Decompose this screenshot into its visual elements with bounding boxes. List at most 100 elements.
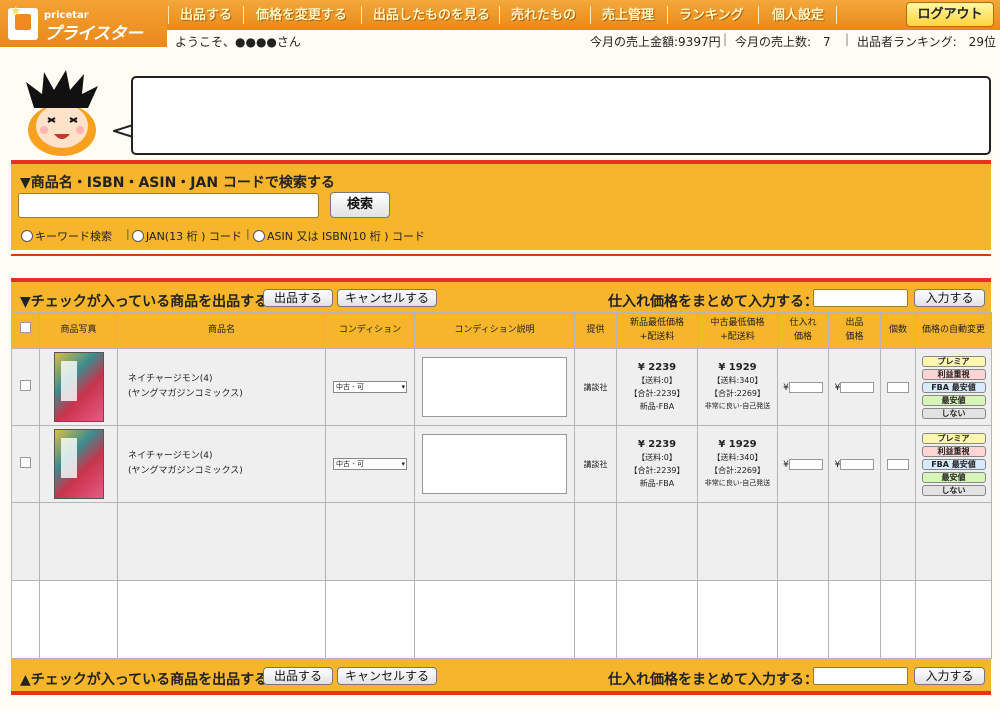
auto-fba-lowest-button[interactable]: FBA 最安値 (921, 458, 986, 470)
empty-row (11, 580, 992, 659)
header-quantity: 個数 (880, 312, 916, 349)
welcome-text: ようこそ、●●●●さん (175, 35, 301, 49)
search-input[interactable] (18, 193, 319, 218)
cost-price-input[interactable] (788, 381, 823, 393)
nav-settings[interactable]: 個人設定 (772, 4, 824, 26)
cost-price-input[interactable] (788, 458, 823, 470)
table-row: ネイチャージモン(4) (ヤングマガジンコミックス) 中古 - 可 講談社 ¥ … (11, 348, 992, 426)
used-min-price: ¥ 1929 (718, 439, 757, 450)
new-shipping: 【送料:0】 (637, 376, 677, 385)
radio-circle-icon[interactable] (21, 230, 33, 242)
product-cover-image (53, 429, 104, 499)
condition-description-input[interactable] (422, 434, 567, 494)
radio-keyword[interactable]: キーワード検索 (21, 228, 112, 244)
condition-select[interactable]: 中古 - 可 (333, 381, 407, 393)
header-condition: コンディション (325, 312, 415, 349)
auto-none-button[interactable]: しない (921, 484, 986, 496)
nav-list-item[interactable]: 出品する (180, 4, 232, 26)
auto-premium-button[interactable]: プレミア (921, 355, 986, 367)
bulk-apply-button-bottom[interactable]: 入力する (914, 667, 985, 685)
radio-asin[interactable]: ASIN 又は ISBN(10 桁 ) コード (253, 228, 425, 244)
bulk-cost-text-top: 仕入れ価格をまとめて入力する： (608, 294, 818, 310)
auto-profit-button[interactable]: 利益重視 (921, 368, 986, 380)
info-bar: ようこそ、●●●●さん 今月の売上金額:9397円 | 今月の売上数: 7 | … (167, 30, 1000, 50)
header-name: 商品名 (117, 312, 326, 349)
product-title: ネイチャージモン(4) (128, 374, 213, 384)
condition-description-input[interactable] (422, 357, 567, 417)
quantity-input[interactable] (887, 381, 909, 393)
logo-title: プライスター (44, 24, 143, 44)
logout-button[interactable]: ログアウト (906, 2, 994, 27)
list-button-top[interactable]: 出品する (263, 289, 333, 307)
new-min-price: ¥ 2239 (637, 439, 677, 450)
table-header-row: 商品写真 商品名 コンディション コンディション説明 提供 新品最低価格 +配送… (11, 312, 992, 349)
publisher: 講談社 (574, 348, 617, 426)
header-list-price: 出品 価格 (828, 312, 881, 349)
nav-sales-management[interactable]: 売上管理 (602, 4, 654, 26)
used-total: 【合計:2269】 (709, 389, 766, 398)
header-photo: 商品写真 (39, 312, 118, 349)
new-type: 新品-FBA (639, 402, 675, 411)
auto-lowest-button[interactable]: 最安値 (921, 394, 986, 406)
used-total: 【合計:2269】 (709, 466, 766, 475)
radio-jan-label: JAN(13 桁 ) コード (146, 230, 242, 243)
bulk-cost-text-bottom: 仕入れ価格をまとめて入力する： (608, 672, 818, 688)
auto-premium-button[interactable]: プレミア (921, 432, 986, 444)
list-checked-text-bottom: ▲チェックが入っている商品を出品する： (20, 672, 283, 688)
header-provider: 提供 (574, 312, 617, 349)
list-price-input[interactable] (840, 458, 875, 470)
auto-fba-lowest-button[interactable]: FBA 最安値 (921, 381, 986, 393)
empty-row (11, 502, 992, 581)
publisher: 講談社 (574, 425, 617, 503)
header-cost-price: 仕入れ 価格 (777, 312, 829, 349)
new-min-price: ¥ 2239 (637, 362, 677, 373)
table-row: ネイチャージモン(4) (ヤングマガジンコミックス) 中古 - 可 講談社 ¥ … (11, 425, 992, 503)
auto-profit-button[interactable]: 利益重視 (921, 445, 986, 457)
list-checked-text-top: ▼チェックが入っている商品を出品する： (20, 294, 283, 310)
header-used-price: 中古最低価格 +配送料 (697, 312, 778, 349)
search-heading: ▼商品名・ISBN・ASIN・JAN コードで検索する (20, 175, 335, 191)
new-total: 【合計:2239】 (629, 466, 685, 475)
product-subtitle: (ヤングマガジンコミックス) (128, 466, 243, 476)
product-subtitle: (ヤングマガジンコミックス) (128, 389, 243, 399)
used-type: 非常に良い-自己発送 (704, 479, 771, 487)
radio-asin-label: ASIN 又は ISBN(10 桁 ) コード (267, 230, 426, 243)
product-cover-image (53, 352, 104, 422)
row-checkbox[interactable] (20, 380, 31, 391)
product-table: 商品写真 商品名 コンディション コンディション説明 提供 新品最低価格 +配送… (11, 312, 992, 659)
app-logo[interactable]: ★ pricetar プライスター (0, 0, 167, 47)
seller-ranking: 出品者ランキング: 29位 (857, 35, 996, 49)
header-auto-price: 価格の自動変更 (915, 312, 992, 349)
radio-circle-icon[interactable] (253, 230, 265, 242)
message-box (131, 76, 991, 155)
mascot-character-icon (26, 70, 98, 156)
monthly-sales-count: 今月の売上数: 7 (735, 35, 831, 49)
nav-change-price[interactable]: 価格を変更する (256, 4, 347, 26)
row-checkbox[interactable] (20, 457, 31, 468)
radio-keyword-label: キーワード検索 (35, 230, 112, 243)
select-all-checkbox[interactable] (20, 322, 31, 334)
header-condition-desc: コンディション説明 (414, 312, 575, 349)
logo-star-icon: ★ (10, 4, 22, 19)
used-shipping: 【送料:340】 (712, 453, 763, 462)
used-type: 非常に良い-自己発送 (704, 402, 771, 410)
used-shipping: 【送料:340】 (712, 376, 763, 385)
bulk-cost-input-bottom[interactable] (813, 667, 908, 685)
radio-circle-icon[interactable] (132, 230, 144, 242)
list-price-input[interactable] (840, 381, 875, 393)
cancel-button-top[interactable]: キャンセルする (337, 289, 437, 307)
bulk-apply-button-top[interactable]: 入力する (914, 289, 985, 307)
auto-lowest-button[interactable]: 最安値 (921, 471, 986, 483)
nav-ranking[interactable]: ランキング (679, 4, 744, 26)
cancel-button-bottom[interactable]: キャンセルする (337, 667, 437, 685)
quantity-input[interactable] (887, 458, 909, 470)
radio-jan[interactable]: JAN(13 桁 ) コード (132, 228, 242, 244)
auto-none-button[interactable]: しない (921, 407, 986, 419)
new-type: 新品-FBA (639, 479, 675, 488)
search-button[interactable]: 検索 (330, 192, 390, 218)
nav-sold-items[interactable]: 売れたもの (511, 4, 576, 26)
bulk-cost-input-top[interactable] (813, 289, 908, 307)
list-button-bottom[interactable]: 出品する (263, 667, 333, 685)
nav-view-listings[interactable]: 出品したものを見る (373, 4, 490, 26)
condition-select[interactable]: 中古 - 可 (333, 458, 407, 470)
